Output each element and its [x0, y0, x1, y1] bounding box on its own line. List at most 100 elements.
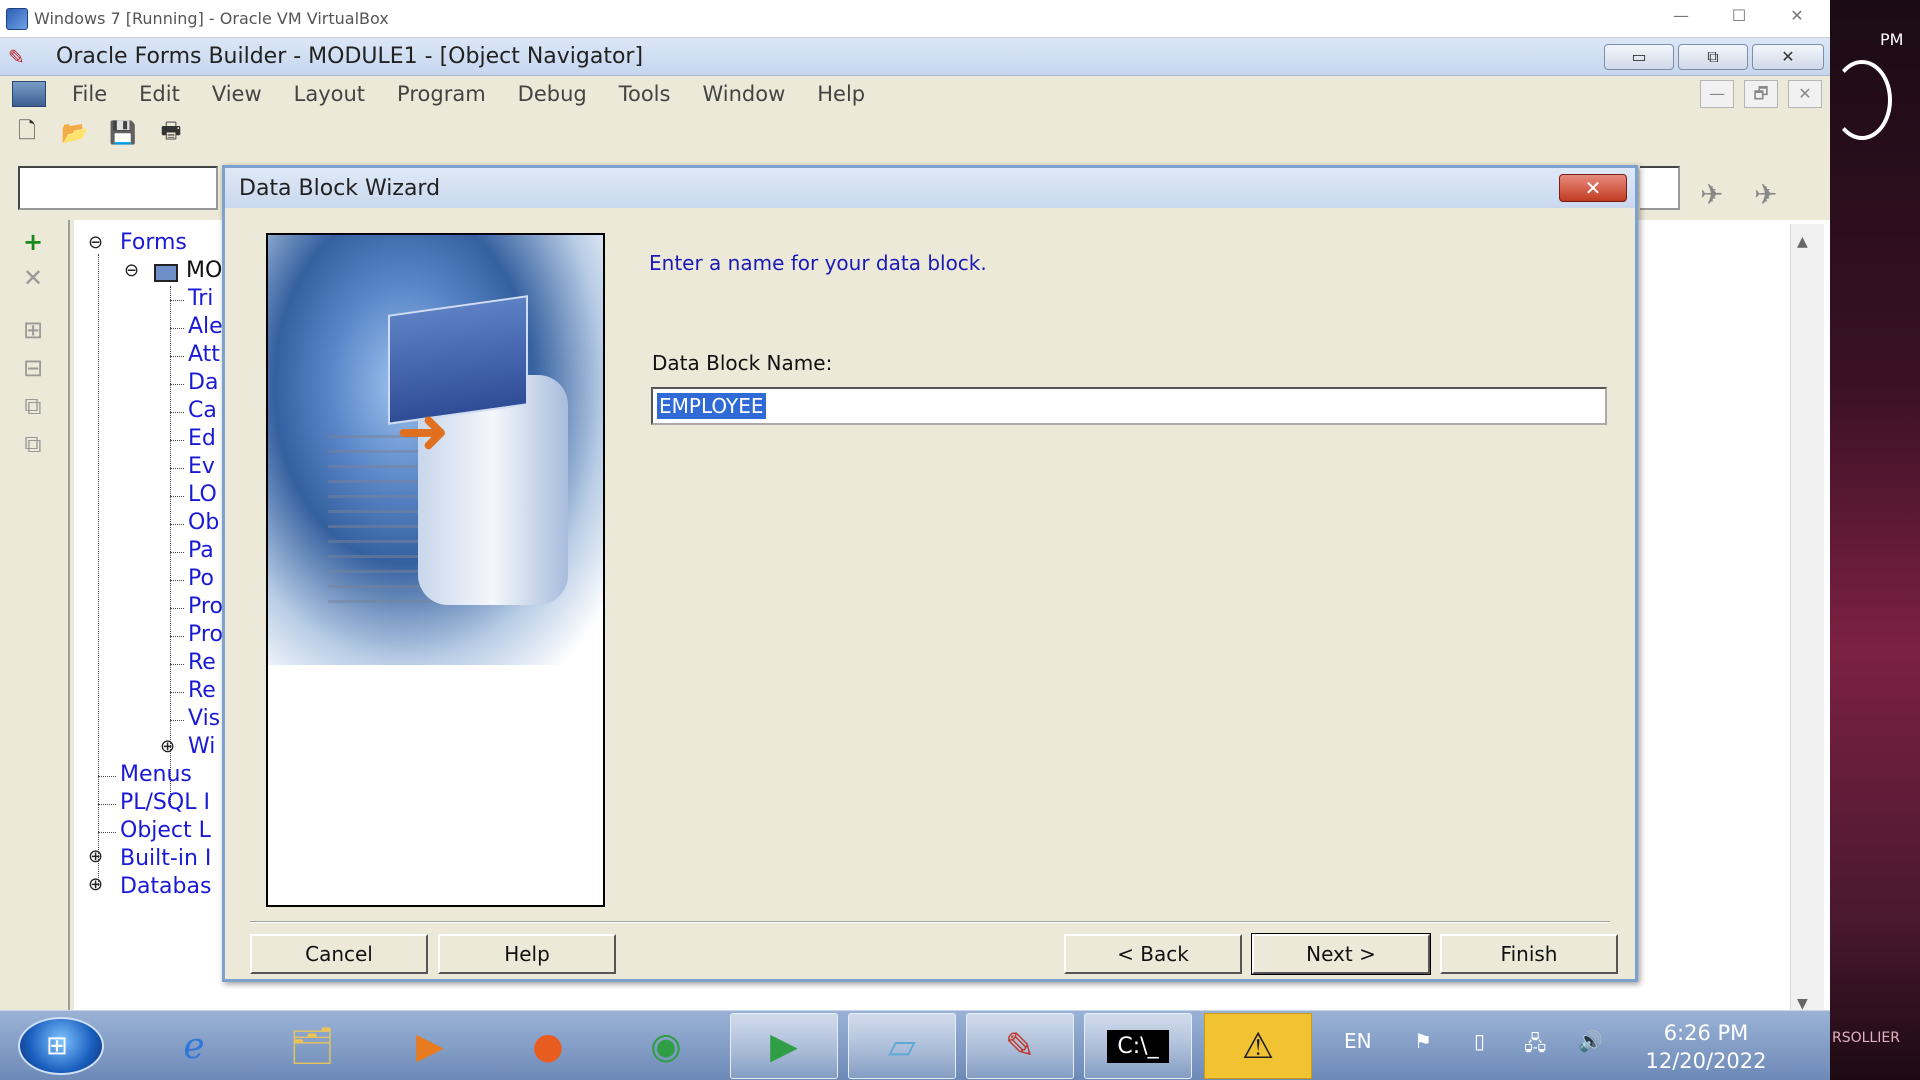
command-prompt-icon[interactable]: C:\_: [1084, 1013, 1192, 1079]
collapse-icon[interactable]: ⊟: [16, 354, 50, 384]
module-collapse-icon[interactable]: ⊖: [124, 260, 139, 281]
scroll-up-icon[interactable]: ▲: [1797, 234, 1808, 250]
mdi-minimize-button[interactable]: —: [1700, 80, 1734, 108]
tree-node-alerts[interactable]: Ale: [188, 314, 223, 339]
volume-icon[interactable]: 🔊: [1578, 1029, 1603, 1053]
menu-file[interactable]: File: [56, 82, 123, 106]
dialog-close-button[interactable]: ✕: [1559, 174, 1627, 202]
navigator-window-icon[interactable]: [12, 81, 46, 107]
wizard-prompt: Enter a name for your data block.: [649, 251, 987, 275]
system-clock[interactable]: 6:26 PM 12/20/2022: [1636, 1019, 1776, 1075]
create-plus-icon[interactable]: +: [16, 228, 50, 258]
host-close-button[interactable]: ✕: [1782, 6, 1812, 25]
navigator-find-input-end[interactable]: [1640, 166, 1680, 210]
search-backward-icon[interactable]: ✈: [1700, 178, 1723, 211]
tree-node-module[interactable]: MO: [186, 258, 222, 283]
database-app-icon[interactable]: ▶: [730, 1013, 838, 1079]
data-block-name-input[interactable]: EMPLOYEE: [651, 387, 1607, 425]
tree-node-record-groups[interactable]: Re: [188, 650, 216, 675]
menu-debug[interactable]: Debug: [502, 82, 603, 106]
mdi-close-button[interactable]: ✕: [1788, 80, 1822, 108]
expand-all-icon[interactable]: ⧉: [16, 392, 50, 422]
start-button[interactable]: ⊞: [18, 1017, 104, 1075]
tree-node-database-objects[interactable]: Databas: [120, 874, 211, 899]
builtin-expand-icon[interactable]: ⊕: [88, 846, 103, 867]
desktop-clock-fragment: PM: [1880, 30, 1904, 49]
warning-app-icon[interactable]: ⚠: [1204, 1013, 1312, 1079]
wizard-illustration: ➜: [266, 233, 605, 907]
collapse-all-icon[interactable]: ⧉: [16, 430, 50, 460]
open-folder-icon[interactable]: 📂: [58, 118, 92, 148]
firefox-icon[interactable]: ●: [494, 1013, 602, 1079]
tree-node-triggers[interactable]: Tri: [188, 286, 213, 311]
media-player-icon[interactable]: ▶: [376, 1013, 484, 1079]
action-center-flag-icon[interactable]: ⚑: [1414, 1029, 1432, 1053]
dialog-title-bar[interactable]: Data Block Wizard ✕: [225, 168, 1635, 208]
menu-layout[interactable]: Layout: [278, 82, 381, 106]
tree-node-object-groups[interactable]: Ob: [188, 510, 219, 535]
tree-node-editors[interactable]: Ed: [188, 426, 216, 451]
tree-node-parameters[interactable]: Pa: [188, 538, 214, 563]
menu-window[interactable]: Window: [686, 82, 801, 106]
tree-node-plsql-libraries[interactable]: PL/SQL I: [120, 790, 210, 815]
host-minimize-button[interactable]: —: [1666, 6, 1696, 25]
tree-node-property-classes[interactable]: Pro: [188, 622, 223, 647]
host-maximize-button[interactable]: ☐: [1724, 6, 1754, 25]
data-block-wizard-dialog: Data Block Wizard ✕ ➜ Enter a name for y…: [222, 165, 1638, 982]
app-close-button[interactable]: ✕: [1752, 44, 1824, 70]
notes-app-icon[interactable]: ▱: [848, 1013, 956, 1079]
app-restore-button[interactable]: ⧉: [1678, 44, 1748, 70]
cancel-button[interactable]: Cancel: [250, 934, 428, 974]
menu-edit[interactable]: Edit: [123, 82, 196, 106]
tree-node-data-blocks[interactable]: Da: [188, 370, 218, 395]
menu-bar: File Edit View Layout Program Debug Tool…: [0, 76, 1830, 112]
menu-program[interactable]: Program: [381, 82, 502, 106]
forms-builder-taskbar-icon[interactable]: ✎: [966, 1013, 1074, 1079]
virtualbox-icon: [6, 7, 28, 30]
navigator-find-input[interactable]: [18, 166, 218, 210]
next-button[interactable]: Next >: [1251, 933, 1431, 975]
help-button[interactable]: Help: [438, 934, 616, 974]
finish-button[interactable]: Finish: [1440, 934, 1618, 974]
delete-x-icon[interactable]: ✕: [16, 264, 50, 294]
network-icon[interactable]: 🖧: [1524, 1029, 1546, 1063]
data-block-name-label: Data Block Name:: [652, 351, 833, 375]
search-forward-icon[interactable]: ✈: [1754, 178, 1777, 211]
internet-explorer-icon[interactable]: ℯ: [140, 1013, 248, 1079]
print-icon[interactable]: 🖶: [154, 118, 188, 148]
language-indicator[interactable]: EN: [1344, 1029, 1372, 1053]
tree-node-forms[interactable]: Forms: [120, 230, 187, 255]
menu-view[interactable]: View: [196, 82, 278, 106]
back-button[interactable]: < Back: [1064, 934, 1242, 974]
tree-node-object-libraries[interactable]: Object L: [120, 818, 211, 843]
file-explorer-icon[interactable]: 🗂: [258, 1013, 366, 1079]
tree-node-attached-libraries[interactable]: Att: [188, 342, 220, 367]
tree-node-popup-menus[interactable]: Po: [188, 566, 214, 591]
database-expand-icon[interactable]: ⊕: [88, 874, 103, 895]
new-file-icon[interactable]: 🗋: [10, 118, 44, 148]
battery-icon[interactable]: ▯: [1474, 1029, 1485, 1053]
navigator-vertical-scrollbar[interactable]: ▲ ▼: [1790, 224, 1824, 1020]
windows-expand-icon[interactable]: ⊕: [160, 736, 175, 757]
data-block-name-value: EMPLOYEE: [656, 392, 767, 420]
dialog-separator: [250, 921, 1610, 923]
tree-node-menus[interactable]: Menus: [120, 762, 192, 787]
tree-node-visual-attributes[interactable]: Vis: [188, 706, 220, 731]
tree-node-reports[interactable]: Re: [188, 678, 216, 703]
main-toolbar: 🗋 📂 💾 🖶: [0, 112, 1830, 154]
tree-node-program-units[interactable]: Pro: [188, 594, 223, 619]
tree-node-lovs[interactable]: LO: [188, 482, 217, 507]
tree-node-canvases[interactable]: Ca: [188, 398, 217, 423]
menu-tools[interactable]: Tools: [603, 82, 687, 106]
expand-icon[interactable]: ⊞: [16, 316, 50, 346]
module-icon: [154, 264, 178, 282]
tree-node-builtin-packages[interactable]: Built-in I: [120, 846, 211, 871]
tree-node-events[interactable]: Ev: [188, 454, 215, 479]
app-minimize-button[interactable]: ▭: [1604, 44, 1674, 70]
mdi-restore-button[interactable]: 🗗: [1744, 80, 1778, 108]
save-icon[interactable]: 💾: [106, 118, 140, 148]
forms-collapse-icon[interactable]: ⊖: [88, 232, 103, 253]
chrome-icon[interactable]: ◉: [612, 1013, 720, 1079]
menu-help[interactable]: Help: [801, 82, 881, 106]
tree-node-windows[interactable]: Wi: [188, 734, 215, 759]
